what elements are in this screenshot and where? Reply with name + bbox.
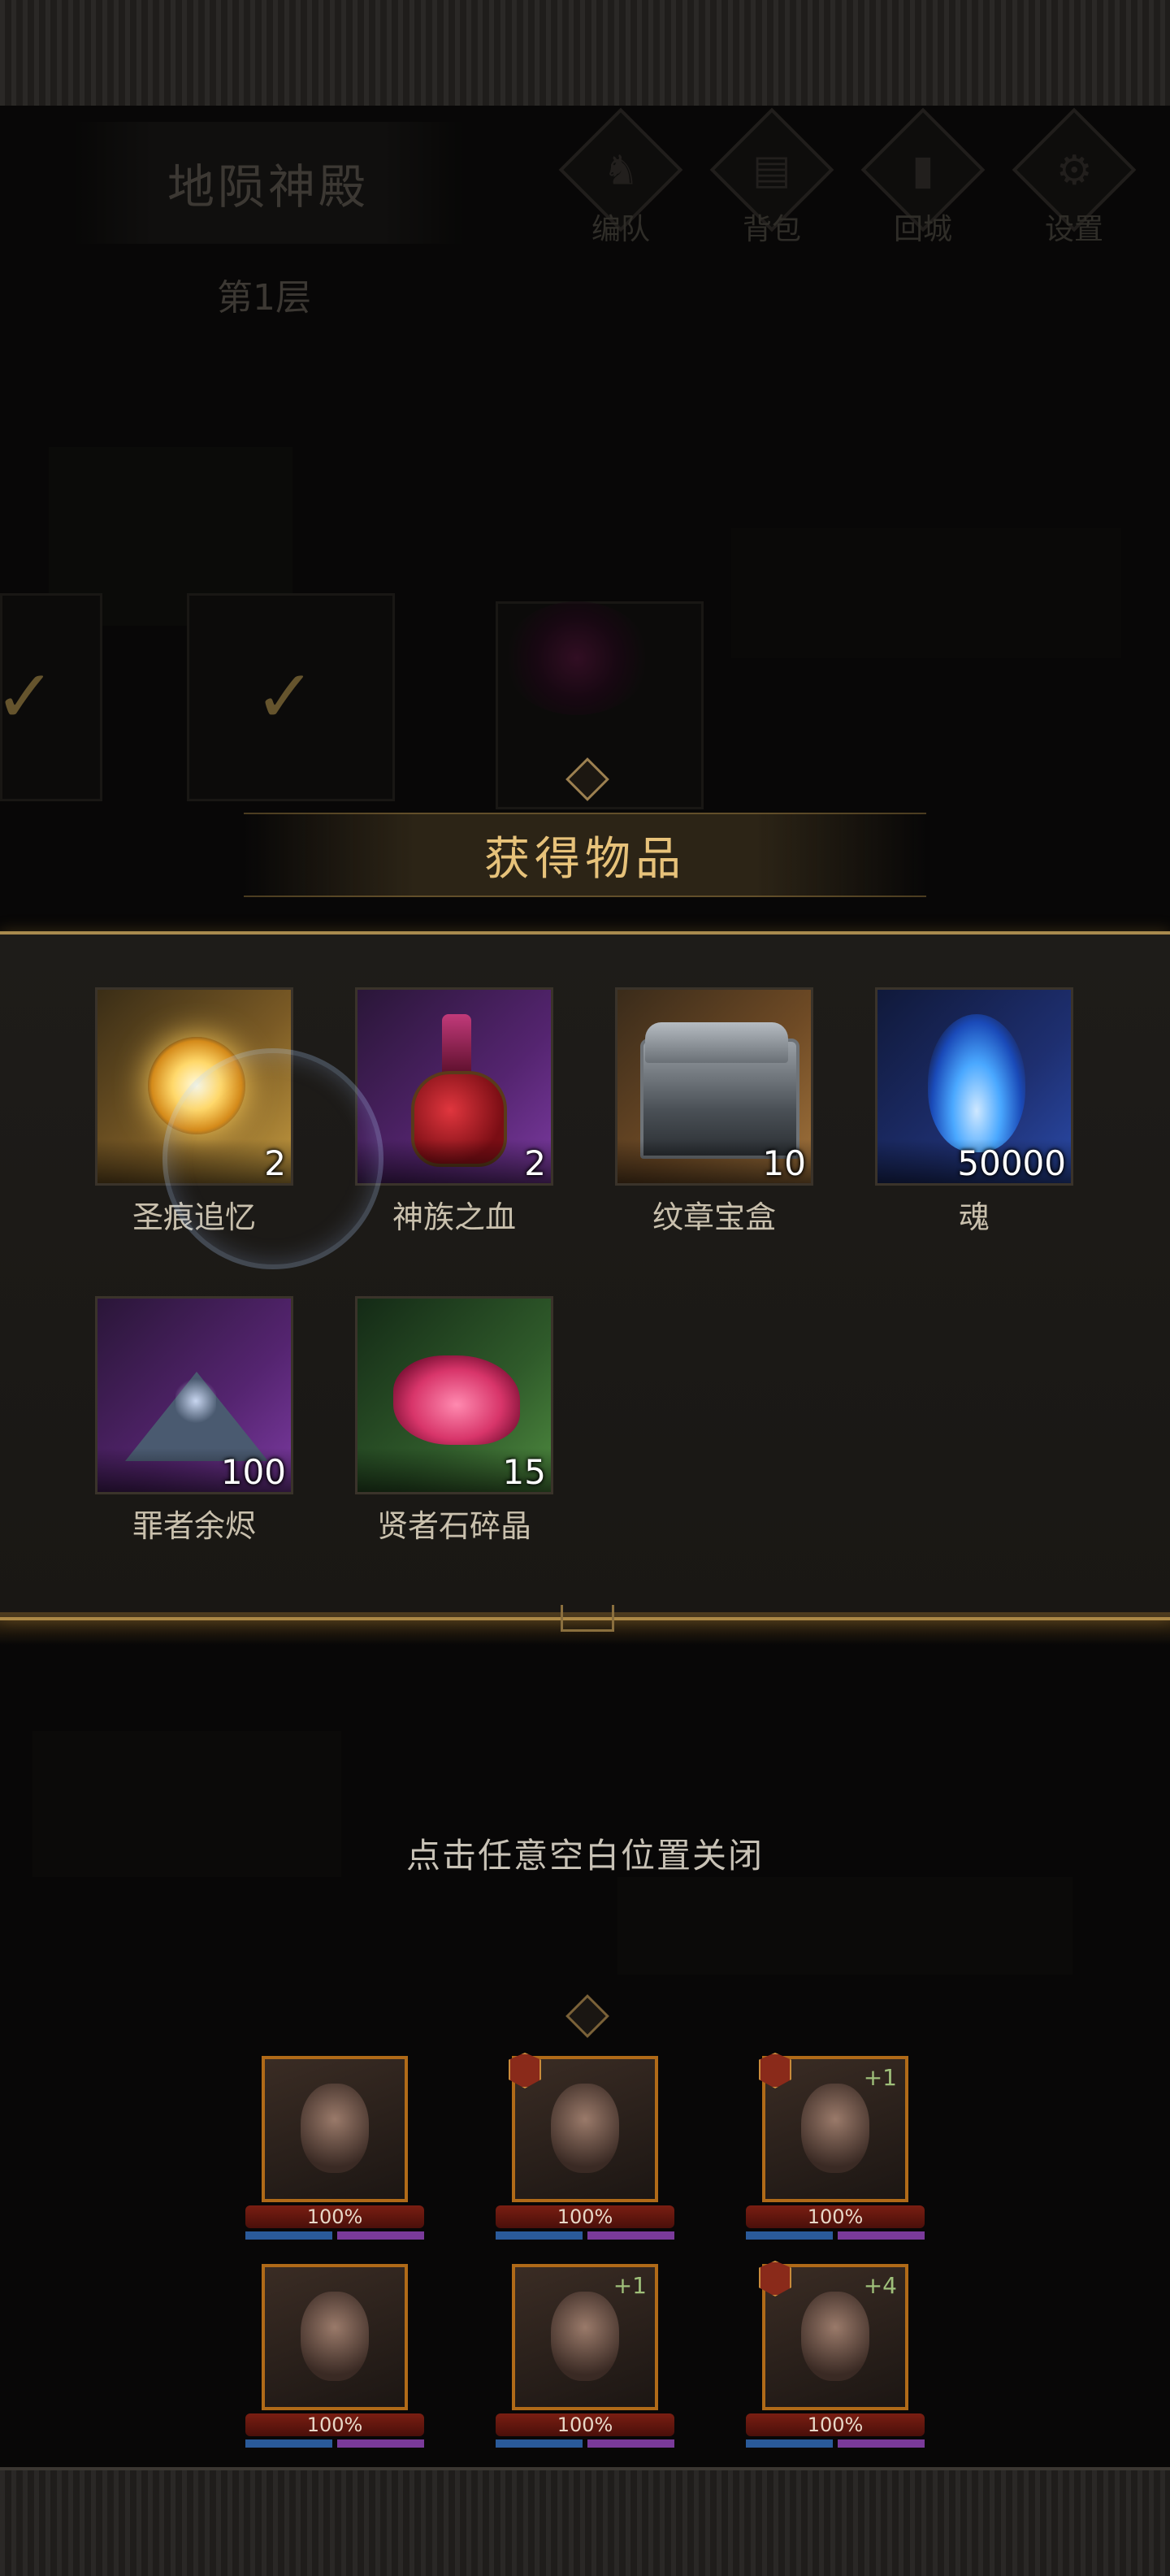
hero-star: +4 (863, 2272, 897, 2299)
hero-hp-label: 100% (245, 2205, 424, 2228)
hero-hp-label: 100% (496, 2413, 674, 2436)
hero-face (301, 2292, 369, 2381)
hero-portrait: +4 (759, 2261, 908, 2410)
chest-lid (645, 1022, 788, 1063)
sparkle-effect (162, 1048, 384, 1269)
hero-portrait: +1 (759, 2053, 908, 2202)
hero-slot[interactable]: +4 100% (746, 2261, 925, 2448)
reward-title-banner: 获得物品 (244, 813, 926, 897)
hero-face (551, 2084, 619, 2173)
item-count: 15 (502, 1452, 546, 1492)
item-frame: 2 (355, 987, 553, 1186)
top-frame (0, 0, 1170, 109)
hero-slot[interactable]: 100% (245, 2264, 424, 2448)
hero-portrait (262, 2056, 408, 2202)
close-hint[interactable]: 点击任意空白位置关闭 (0, 1828, 1170, 1878)
reward-item[interactable]: 50000 魂 (873, 987, 1076, 1237)
class-badge-icon (759, 2261, 791, 2296)
item-name: 神族之血 (392, 1199, 516, 1235)
item-count: 100 (220, 1452, 286, 1492)
hero-slot[interactable]: +1 100% (746, 2053, 925, 2240)
blue-soul-flame-icon (928, 1014, 1025, 1152)
hero-slot[interactable]: 100% (245, 2056, 424, 2240)
reward-item[interactable]: 10 纹章宝盒 (613, 987, 816, 1237)
item-name: 罪者余烬 (132, 1508, 256, 1544)
reward-item[interactable]: 15 贤者石碎晶 (353, 1296, 556, 1546)
class-badge-icon (509, 2053, 541, 2088)
hero-hp-label: 100% (245, 2413, 424, 2436)
item-name: 贤者石碎晶 (376, 1508, 531, 1544)
reward-item[interactable]: 100 罪者余烬 (93, 1296, 296, 1546)
potion-neck (442, 1014, 471, 1076)
hero-slot[interactable]: +1 100% (496, 2264, 674, 2448)
item-name: 魂 (958, 1199, 990, 1235)
reward-item[interactable]: 2 神族之血 (353, 987, 556, 1237)
class-badge-icon (759, 2053, 791, 2088)
hero-portrait (509, 2053, 658, 2202)
hero-hp-label: 100% (746, 2205, 925, 2228)
hero-portrait: +1 (512, 2264, 658, 2410)
item-name: 纹章宝盒 (652, 1199, 776, 1235)
hero-slot[interactable]: 100% (496, 2053, 674, 2240)
item-frame: 15 (355, 1296, 553, 1494)
item-count: 10 (762, 1143, 806, 1183)
hero-star: +1 (863, 2064, 897, 2091)
item-frame: 50000 (875, 987, 1073, 1186)
reward-title: 获得物品 (484, 832, 686, 886)
hero-portrait (262, 2264, 408, 2410)
hero-hp-label: 100% (496, 2205, 674, 2228)
item-frame: 10 (615, 987, 813, 1186)
hero-face (801, 2292, 869, 2381)
hero-hp-label: 100% (746, 2413, 925, 2436)
item-frame: 100 (95, 1296, 293, 1494)
pink-crystal-icon (393, 1355, 520, 1445)
item-count: 2 (524, 1143, 546, 1183)
hero-face (301, 2084, 369, 2173)
panel-bottom-ornament (561, 1605, 614, 1632)
hero-face (551, 2292, 619, 2381)
item-count: 50000 (957, 1143, 1066, 1183)
bottom-frame (0, 2467, 1170, 2576)
hero-face (801, 2084, 869, 2173)
hero-star: +1 (613, 2272, 647, 2299)
pile-shine (176, 1377, 216, 1425)
